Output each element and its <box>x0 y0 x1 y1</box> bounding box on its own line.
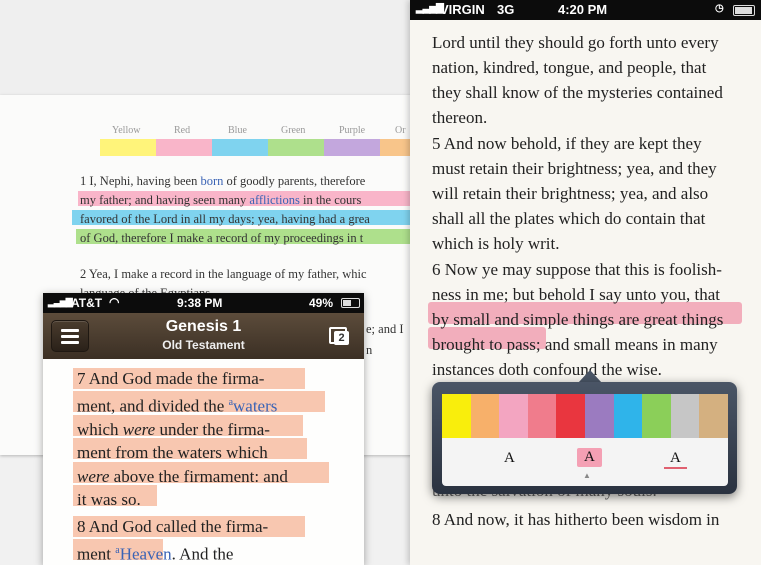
status-bar: ▂▃▅▇ VIRGIN 3G 4:20 PM ◷ <box>410 0 761 20</box>
verse-line: thereon. <box>432 108 488 127</box>
color-salmon[interactable] <box>527 394 557 438</box>
legend-label-yellow: Yellow <box>112 125 141 136</box>
verse-1-line-3: favored of the Lord in all my days; yea,… <box>80 212 370 226</box>
color-palette <box>442 394 728 438</box>
battery-percent: 49% <box>309 296 334 310</box>
verse-line: 8 And God called the firma- <box>77 517 269 536</box>
clock: 9:38 PM <box>177 296 223 310</box>
verse-line: 7 And God made the firma- <box>77 369 265 388</box>
verse-1-line-1: 1 I, Nephi, having been born of goodly p… <box>80 174 366 188</box>
battery-icon <box>733 5 755 16</box>
verse-line: nation, kindred, tongue, and people, tha… <box>432 58 707 77</box>
verse-line-highlighted[interactable]: brought to pass; and small means in many <box>432 332 743 357</box>
swatch-green[interactable] <box>268 139 324 156</box>
swatch-blue[interactable] <box>212 139 268 156</box>
verse-line: ment, and divided the awaters <box>77 396 278 416</box>
verse-line: ment from the waters which <box>77 443 268 463</box>
tabs-button[interactable]: 2 <box>320 320 356 350</box>
left-phone-screen: ▂▃▅▇ AT&T ◠ 9:38 PM 49% Genesis 1 Old Te… <box>43 293 364 565</box>
verse-8: 8 And God called the firma- ment aHeaven… <box>77 515 354 565</box>
footnote-link-waters[interactable]: waters <box>233 396 277 415</box>
style-none-button[interactable]: A <box>504 450 515 467</box>
verse-fragment-a: e; and I <box>366 322 404 336</box>
color-gray[interactable] <box>670 394 700 438</box>
footnote-link-born[interactable]: born <box>200 174 223 188</box>
footnote-link-heaven[interactable]: Heaven <box>120 544 172 563</box>
alarm-icon: ◷ <box>715 3 724 14</box>
verse-line: 5 And now behold, if they are kept they <box>432 134 702 153</box>
carrier-name: VIRGIN <box>440 2 485 17</box>
color-blue[interactable] <box>613 394 643 438</box>
signal-icon: ▂▃▅▇ <box>416 3 444 14</box>
legend-label-orange: Or <box>395 125 406 136</box>
signal-icon: ▂▃▅▇ <box>48 297 73 307</box>
color-green[interactable] <box>642 394 671 438</box>
verse-1-line-4: of God, therefore I make a record of my … <box>80 231 364 245</box>
verse-7: 7 And God made the firma- ment, and divi… <box>77 367 354 512</box>
verse-line: will retain their brightness; yea, and a… <box>432 184 709 203</box>
swatch-yellow[interactable] <box>100 139 156 156</box>
verse-line: ness in me; but behold I say unto you, t… <box>432 285 721 304</box>
network-type: 3G <box>497 2 515 17</box>
verse-line: must retain their brightness; yea, and t… <box>432 159 717 178</box>
verse-line-highlighted[interactable]: by small and simple things are great thi… <box>432 307 743 332</box>
nav-bar: Genesis 1 Old Testament 2 <box>43 313 364 359</box>
verse-line: 6 Now ye may suppose that this is foolis… <box>432 260 722 279</box>
menu-button[interactable] <box>51 320 89 352</box>
verse-2-line-1: 2 Yea, I make a record in the language o… <box>80 267 367 281</box>
verse-line: it was so. <box>77 490 141 510</box>
color-purple[interactable] <box>584 394 614 438</box>
color-pink[interactable] <box>499 394 528 438</box>
status-bar: ▂▃▅▇ AT&T ◠ 9:38 PM 49% <box>43 293 364 313</box>
legend-label-blue: Blue <box>228 125 247 136</box>
battery-icon <box>341 298 360 308</box>
legend-label-purple: Purple <box>339 125 366 136</box>
verse-line: ment aHeaven. And the <box>77 544 234 564</box>
verse-line: were above the firmament: and <box>77 466 288 486</box>
swatch-red[interactable] <box>156 139 212 156</box>
nav-title: Genesis 1 <box>165 318 242 335</box>
color-orange[interactable] <box>470 394 500 438</box>
verse-fragment-b: n <box>366 343 373 357</box>
color-yellow[interactable] <box>442 394 471 438</box>
verse-line: shall all the plates which do contain th… <box>432 209 706 228</box>
highlight-style-options: A A ▲ A <box>442 438 728 486</box>
footnote-link-afflictions[interactable]: afflictions <box>249 193 299 207</box>
verse-text: Lord until they should go forth unto eve… <box>432 30 743 382</box>
verse-line: which is holy writ. <box>432 234 560 253</box>
verse-line: 8 And now, it has hitherto been wisdom i… <box>432 510 720 529</box>
clock: 4:20 PM <box>558 2 608 17</box>
swatch-purple[interactable] <box>324 139 380 156</box>
wifi-icon: ◠ <box>109 295 120 309</box>
selected-caret-icon: ▲ <box>583 471 591 480</box>
style-highlight-button[interactable]: A <box>577 448 602 467</box>
verse-line: which were under the firma- <box>77 419 270 439</box>
legend-label-green: Green <box>281 125 306 136</box>
verse-1-line-2: my father; and having seen many afflicti… <box>80 193 362 207</box>
verse-line: they shall know of the mysteries contain… <box>432 83 723 102</box>
right-phone-screen: ▂▃▅▇ VIRGIN 3G 4:20 PM ◷ Lord until they… <box>410 0 761 565</box>
style-underline-button[interactable]: A <box>664 450 687 469</box>
carrier-name: AT&T <box>71 296 103 310</box>
color-tan[interactable] <box>699 394 728 438</box>
legend-label-red: Red <box>174 125 191 136</box>
highlight-popover: A A ▲ A <box>432 382 737 494</box>
tabs-count: 2 <box>334 331 349 345</box>
nav-subtitle: Old Testament <box>162 338 245 352</box>
verse-line: Lord until they should go forth unto eve… <box>432 33 719 52</box>
color-red[interactable] <box>556 394 585 438</box>
